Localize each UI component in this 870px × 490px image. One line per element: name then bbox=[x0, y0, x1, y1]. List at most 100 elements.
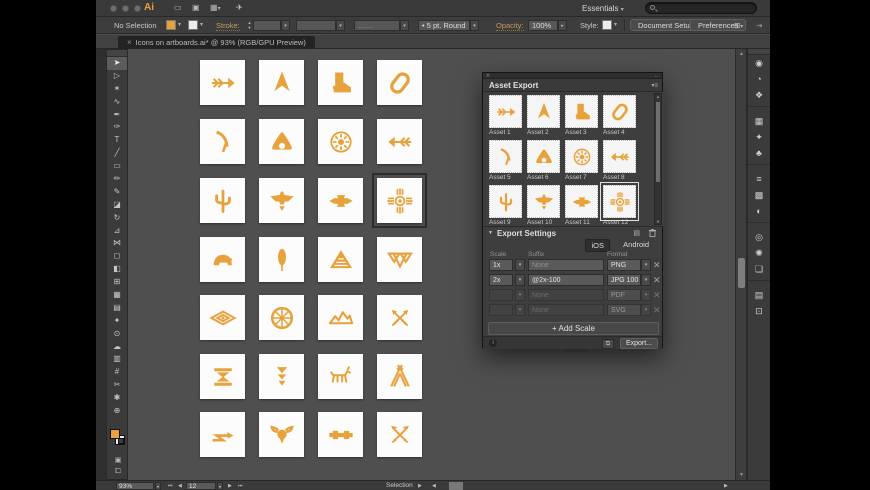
symbol-sprayer-tool[interactable]: ☁ bbox=[107, 341, 127, 354]
asset-scroll-up-icon[interactable]: ▲ bbox=[655, 94, 661, 99]
hscroll-left-icon[interactable]: ◀ bbox=[432, 482, 437, 490]
asset-scroll-thumb[interactable] bbox=[656, 102, 660, 182]
scale-field[interactable]: 1x bbox=[489, 259, 513, 271]
brushes-panel-icon[interactable]: ✦ bbox=[748, 129, 770, 145]
export-dialog-icon[interactable]: ⧉ bbox=[602, 339, 614, 349]
document-tab[interactable]: ×Icons on artboards.ai* @ 93% (RGB/GPU P… bbox=[118, 36, 315, 49]
brush-definition-dropdown[interactable]: ‥‥‥▾ bbox=[354, 20, 409, 31]
artboard-20[interactable] bbox=[377, 295, 422, 340]
rotate-tool[interactable]: ↻ bbox=[107, 212, 127, 225]
asset-item[interactable]: Asset 4 bbox=[603, 95, 636, 136]
artboard-21[interactable] bbox=[200, 354, 245, 399]
fill-swatch[interactable] bbox=[166, 20, 176, 30]
style-swatch[interactable] bbox=[602, 20, 612, 30]
scale-dropdown-icon[interactable]: ▾ bbox=[515, 274, 525, 286]
asset-thumbnail[interactable] bbox=[603, 95, 636, 128]
format-dropdown-icon[interactable]: ▾ bbox=[641, 274, 651, 286]
next-artboard-button[interactable]: ▶ bbox=[228, 482, 233, 490]
info-icon[interactable]: i bbox=[489, 339, 497, 347]
free-transform-tool[interactable]: ◻ bbox=[107, 250, 127, 263]
artboard-15[interactable] bbox=[318, 237, 363, 282]
suffix-input[interactable] bbox=[528, 274, 604, 286]
curvature-tool[interactable]: ✑ bbox=[107, 121, 127, 134]
asset-thumbnail[interactable] bbox=[565, 140, 598, 173]
transparency-panel-icon[interactable]: ◐ bbox=[748, 203, 770, 219]
last-artboard-button[interactable]: ⏭ bbox=[238, 482, 244, 490]
appearance-panel-icon[interactable]: ◎ bbox=[748, 229, 770, 245]
direct-selection-tool[interactable]: ▷ bbox=[107, 70, 127, 83]
format-dropdown-icon[interactable]: ▾ bbox=[641, 304, 651, 316]
asset-thumbnail[interactable] bbox=[489, 95, 522, 128]
artboard-22[interactable] bbox=[259, 354, 304, 399]
remove-scale-icon[interactable]: ✕ bbox=[653, 260, 661, 271]
shape-builder-tool[interactable]: ◧ bbox=[107, 263, 127, 276]
scale-tool[interactable]: ⊿ bbox=[107, 225, 127, 238]
lasso-tool[interactable]: ∿ bbox=[107, 96, 127, 109]
artboard-13[interactable] bbox=[200, 237, 245, 282]
vertical-scroll-thumb[interactable] bbox=[738, 258, 745, 288]
generate-presets-icon[interactable]: ▤ bbox=[633, 229, 640, 237]
asset-item[interactable]: Asset 10 bbox=[527, 185, 560, 226]
line-segment-tool[interactable]: ╱ bbox=[107, 147, 127, 160]
artboards-grid-panel-icon[interactable]: ▦ bbox=[748, 113, 770, 129]
type-tool[interactable]: T bbox=[107, 134, 127, 147]
fill-color-swatch[interactable] bbox=[110, 429, 120, 439]
paintbrush-tool[interactable]: ✏ bbox=[107, 173, 127, 186]
artboard-25[interactable] bbox=[200, 412, 245, 457]
asset-item[interactable]: Asset 3 bbox=[565, 95, 598, 136]
artboard-26[interactable] bbox=[259, 412, 304, 457]
asset-item[interactable]: Asset 7 bbox=[565, 140, 598, 181]
rectangle-tool[interactable]: ▭ bbox=[107, 160, 127, 173]
align-options-icon[interactable]: ⊞▾ bbox=[734, 21, 743, 30]
artboard-28[interactable] bbox=[377, 412, 422, 457]
artboard-24[interactable] bbox=[377, 354, 422, 399]
asset-thumbnail[interactable] bbox=[527, 185, 560, 218]
artboard-8[interactable] bbox=[377, 119, 422, 164]
close-window-button[interactable] bbox=[110, 5, 117, 12]
asset-scroll-down-icon[interactable]: ▼ bbox=[655, 219, 661, 224]
format-dropdown-icon[interactable]: ▾ bbox=[641, 259, 651, 271]
blend-tool[interactable]: ⊙ bbox=[107, 328, 127, 341]
remove-scale-icon[interactable]: ✕ bbox=[653, 275, 661, 286]
panel-menu-icon[interactable]: ▾≡ bbox=[651, 82, 658, 89]
artboard-7[interactable] bbox=[318, 119, 363, 164]
stroke-weight-stepper[interactable]: ▲▼▾ bbox=[246, 20, 290, 33]
suffix-input[interactable] bbox=[528, 259, 604, 271]
panel-resize-handle[interactable] bbox=[563, 349, 589, 352]
zoom-level-field[interactable]: 93% bbox=[116, 482, 154, 490]
opacity-dropdown[interactable]: 100%▸ bbox=[528, 20, 567, 31]
graphic-styles-panel-icon[interactable]: ✺ bbox=[748, 245, 770, 261]
artboard-16[interactable] bbox=[377, 237, 422, 282]
remove-scale-icon[interactable]: ✕ bbox=[653, 305, 661, 316]
artboard-14[interactable] bbox=[259, 237, 304, 282]
color-guide-panel-icon[interactable]: ◔ bbox=[748, 71, 770, 87]
maximize-window-button[interactable] bbox=[134, 5, 141, 12]
save-icon[interactable]: ▣ bbox=[192, 3, 200, 12]
asset-thumbnail[interactable] bbox=[565, 185, 598, 218]
artboard-18[interactable] bbox=[259, 295, 304, 340]
asset-thumbnail[interactable] bbox=[527, 140, 560, 173]
hand-tool[interactable]: ✱ bbox=[107, 392, 127, 405]
scroll-down-icon[interactable]: ▼ bbox=[736, 472, 747, 478]
layers-panel-icon[interactable]: ▤ bbox=[748, 287, 770, 303]
format-dropdown[interactable]: JPG 100 bbox=[607, 274, 641, 286]
width-tool[interactable]: ⋈ bbox=[107, 237, 127, 250]
gradient-tool[interactable]: ▤ bbox=[107, 302, 127, 315]
status-expand-icon[interactable]: ▶ bbox=[418, 482, 423, 490]
asset-item[interactable]: Asset 1 bbox=[489, 95, 522, 136]
format-dropdown[interactable]: PNG bbox=[607, 259, 641, 271]
asset-thumbnail[interactable] bbox=[489, 140, 522, 173]
asset-item[interactable]: Asset 8 bbox=[603, 140, 636, 181]
artboard-17[interactable] bbox=[200, 295, 245, 340]
symbols-panel-icon[interactable]: ♣ bbox=[748, 145, 770, 161]
asset-export-panel-icon[interactable]: ⊡ bbox=[748, 303, 770, 319]
asset-grid-scrollbar[interactable]: ▲ ▼ bbox=[654, 93, 662, 225]
swatches-panel-icon[interactable]: ❖ bbox=[748, 87, 770, 103]
remove-scale-icon[interactable]: ✕ bbox=[653, 290, 661, 301]
format-dropdown[interactable]: PDF bbox=[607, 289, 641, 301]
zoom-dropdown-icon[interactable]: ▾ bbox=[155, 482, 161, 490]
toolbar-grip[interactable] bbox=[107, 50, 127, 57]
links-panel-icon[interactable]: ❏ bbox=[748, 261, 770, 277]
format-dropdown[interactable]: SVG bbox=[607, 304, 641, 316]
asset-thumbnail[interactable] bbox=[603, 140, 636, 173]
